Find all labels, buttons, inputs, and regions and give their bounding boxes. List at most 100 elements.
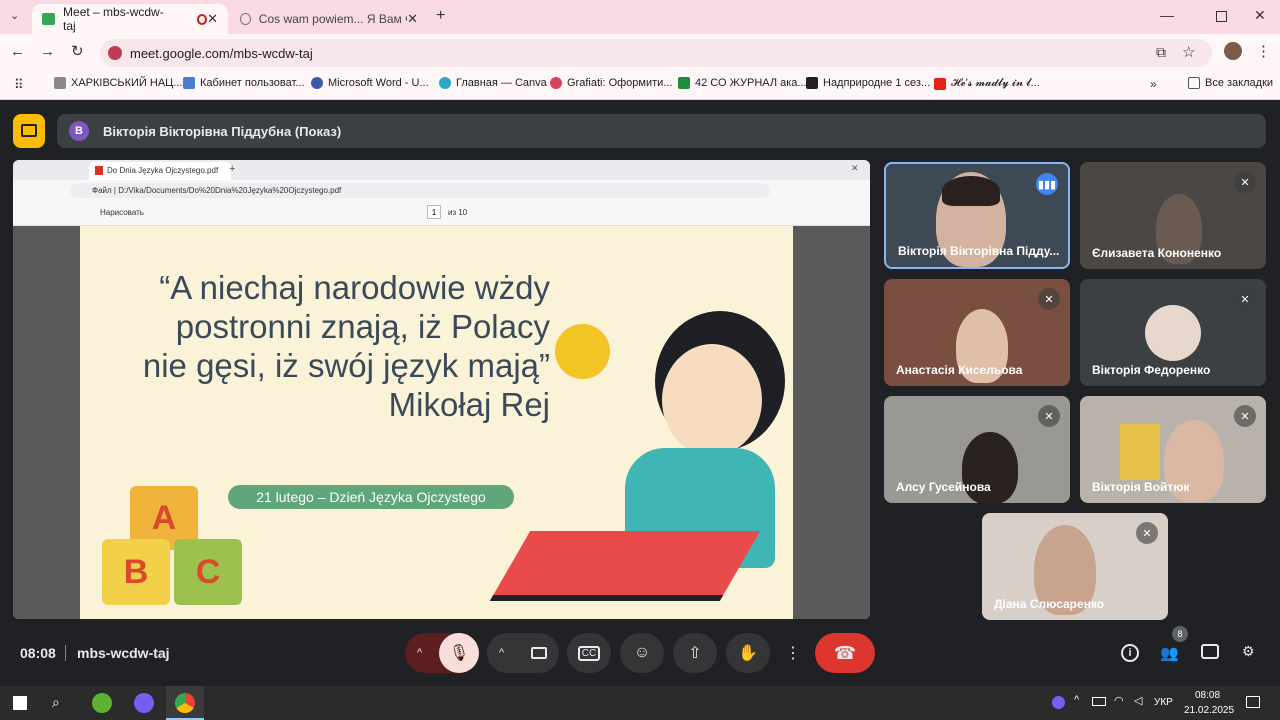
bookmark-icon <box>54 77 66 89</box>
mic-off-icon: ✕ <box>1234 171 1256 193</box>
stop-presenting-icon[interactable] <box>13 114 45 148</box>
meet-icon <box>42 13 56 25</box>
tab-second[interactable]: Cos wam powiem... Я Вам что- ✕ <box>230 4 428 34</box>
clock-date[interactable]: 21.02.2025 <box>1184 705 1234 716</box>
mic-off-button[interactable]: 🎙 <box>439 633 479 673</box>
search-icon[interactable]: ⌕ <box>52 694 60 711</box>
profile-avatar[interactable] <box>1224 42 1242 60</box>
address-bar[interactable]: meet.google.com/mbs-wcdw-taj ⧉ ☆ <box>100 39 1212 67</box>
meeting-time: 08:08 <box>20 645 56 661</box>
bookmarks-bar: ⠿ ХАРКІВСЬКИЙ НАЦ... Кабинет пользоват..… <box>0 72 1280 100</box>
bookmark-item[interactable]: Кабинет пользоват... <box>183 77 305 89</box>
captions-button[interactable]: CC <box>567 633 611 673</box>
journal-icon <box>678 77 690 89</box>
maximize-icon[interactable] <box>1216 11 1227 22</box>
more-bookmarks-icon[interactable]: » <box>1150 77 1157 91</box>
clock-time[interactable]: 08:08 <box>1195 690 1220 701</box>
present-button[interactable]: ⇧ <box>673 633 717 673</box>
activities-icon[interactable]: ⚙ <box>1242 643 1255 660</box>
bookmark-item[interactable]: 42 СО ЖУРНАЛ ака... <box>678 77 807 89</box>
tab-search-icon[interactable]: ⌄ <box>10 9 19 22</box>
bookmark-icon <box>806 77 818 89</box>
leave-call-button[interactable]: ☎ <box>815 633 875 673</box>
hand-icon: ✋ <box>738 645 758 662</box>
chrome-icon <box>175 693 195 713</box>
meeting-code: mbs-wcdw-taj <box>77 645 170 661</box>
divider <box>65 645 66 661</box>
raise-hand-button[interactable]: ✋ <box>726 633 770 673</box>
new-tab-icon[interactable]: + <box>229 163 235 175</box>
language-indicator[interactable]: УКР <box>1154 697 1173 708</box>
participant-name: Анастасія Кисельова <box>896 363 1023 377</box>
participant-tile[interactable]: ✕ Єлизавета Кононенко <box>1080 162 1266 269</box>
globe-icon <box>240 13 251 25</box>
tab-title: Meet – mbs-wcdw-taj <box>63 5 164 33</box>
menu-icon[interactable]: ⋮ <box>1256 42 1271 60</box>
bookmark-item[interactable]: Grafiati: Оформити... <box>550 77 672 89</box>
camera-button[interactable] <box>531 647 547 659</box>
new-tab-icon[interactable]: + <box>436 7 445 25</box>
tray-chevron-icon[interactable]: ^ <box>1074 694 1079 706</box>
chat-icon[interactable] <box>1201 644 1219 659</box>
presenter-name: Вікторія Вікторівна Піддубна (Показ) <box>103 123 342 139</box>
tab-meet[interactable]: Meet – mbs-wcdw-taj ✕ <box>32 4 228 34</box>
participant-tile[interactable]: ✕ Діана Слюсаренко <box>982 513 1168 620</box>
participant-tile[interactable]: ✕ Вікторія Федоренко <box>1080 279 1266 386</box>
more-options-button[interactable]: ⋮ <box>779 633 807 673</box>
bookmark-item[interactable]: ХАРКІВСЬКИЙ НАЦ... <box>54 77 182 89</box>
windows-start-icon[interactable] <box>13 696 27 710</box>
back-icon[interactable]: ← <box>10 43 25 60</box>
tab-strip: ⌄ Meet – mbs-wcdw-taj ✕ Cos wam powiem..… <box>0 0 1280 34</box>
viber-tray-icon[interactable] <box>1052 696 1065 709</box>
pdf-tab[interactable]: Do Dnia Języka Ojczystego.pdf <box>89 162 231 180</box>
battery-icon[interactable] <box>1092 697 1106 706</box>
participant-tile[interactable]: ✕ Вікторія Войтюк <box>1080 396 1266 503</box>
people-icon[interactable]: 👥 <box>1160 644 1179 662</box>
window-close-icon[interactable]: ✕ <box>1254 7 1266 24</box>
close-icon[interactable]: ✕ <box>207 11 218 27</box>
quote-author: Mikołaj Rej <box>388 386 550 423</box>
block-c: C <box>174 539 242 605</box>
url-text: meet.google.com/mbs-wcdw-taj <box>130 45 313 61</box>
folder-icon <box>1188 77 1200 89</box>
participant-tile[interactable]: ✕ Анастасія Кисельова <box>884 279 1070 386</box>
pdf-tabbar: Do Dnia Języka Ojczystego.pdf + ✕ <box>13 160 870 180</box>
grafiati-icon <box>550 77 562 89</box>
bookmark-item[interactable]: 𝓗𝓮'𝓼 𝓶𝓪𝓭𝓵𝔂 𝓲𝓷 𝓵... <box>934 77 1040 90</box>
bookmark-item[interactable]: Надприродне 1 сез... <box>806 77 930 89</box>
close-icon[interactable]: ✕ <box>851 163 859 174</box>
pdf-url[interactable]: Файл | D:/Vika/Documents/Do%20Dnia%20Jęz… <box>70 183 770 198</box>
reload-icon[interactable]: ↻ <box>71 42 84 60</box>
star-icon[interactable]: ☆ <box>1182 43 1195 61</box>
bookmark-item[interactable]: Главная — Canva <box>439 77 547 89</box>
reactions-button[interactable]: ☺ <box>620 633 664 673</box>
notifications-icon[interactable] <box>1246 696 1260 708</box>
open-in-icon[interactable]: ⧉ <box>1156 44 1166 61</box>
info-icon[interactable]: i <box>1121 644 1139 662</box>
speaking-icon: ▮▮▮ <box>1036 173 1058 195</box>
close-icon[interactable]: ✕ <box>407 11 418 27</box>
site-icon[interactable] <box>108 46 122 60</box>
draw-tool[interactable]: Нарисовать <box>100 208 144 217</box>
wordpress-icon <box>311 77 323 89</box>
participant-name: Єлизавета Кононенко <box>1092 246 1222 260</box>
lightbulb <box>555 324 610 379</box>
participant-tile[interactable]: ✕ Алсу Гусейнова <box>884 396 1070 503</box>
recording-icon <box>196 13 208 25</box>
volume-icon[interactable]: ◁ <box>1134 694 1142 707</box>
minimize-icon[interactable]: — <box>1160 7 1174 23</box>
utorrent-icon[interactable] <box>92 693 112 713</box>
wifi-icon[interactable]: ◠ <box>1114 694 1124 707</box>
camera-options-icon[interactable]: ^ <box>499 647 504 659</box>
bookmark-item[interactable]: Microsoft Word - U... <box>311 77 429 89</box>
participant-tile[interactable]: ▮▮▮ Вікторія Вікторівна Підду... <box>884 162 1070 269</box>
flag <box>1120 424 1160 480</box>
mic-options-icon[interactable]: ^ <box>417 647 422 659</box>
page-number-input[interactable]: 1 <box>427 205 441 219</box>
apps-icon[interactable]: ⠿ <box>14 77 24 93</box>
all-bookmarks[interactable]: Все закладки <box>1188 77 1273 89</box>
taskbar: ⌕ ^ ◠ ◁ УКР 08:08 21.02.2025 <box>0 686 1280 720</box>
viber-icon[interactable] <box>134 693 154 713</box>
pdf-viewport: “A niechaj narodowie wżdy postronni znaj… <box>13 226 870 619</box>
forward-icon[interactable]: → <box>40 43 55 60</box>
